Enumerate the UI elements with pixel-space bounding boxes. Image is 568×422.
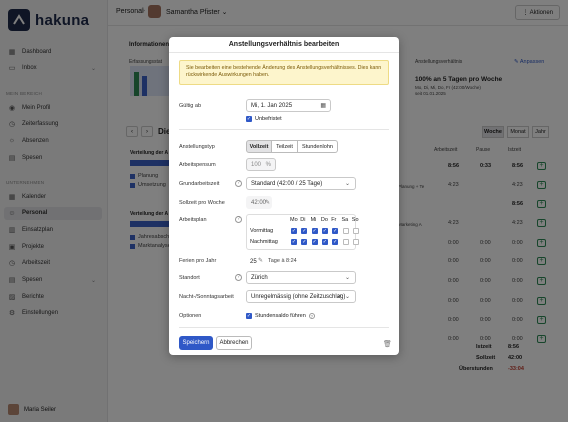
arbeitsplan-checkbox[interactable] [352, 228, 359, 234]
arbeitsplan-checkbox[interactable]: ✓ [311, 228, 318, 234]
warning-banner: Sie bearbeiten eine bestehende Änderung … [179, 60, 389, 85]
stundensaldo-checkbox[interactable]: ✓ Stundensaldo führen ? [246, 313, 315, 319]
arbeitsplan-checkbox[interactable]: ✓ [321, 228, 328, 234]
arbeitsplan-label: Arbeitsplan [179, 217, 207, 223]
edit-employment-modal: Anstellungsverhältnis bearbeiten Sie bea… [169, 37, 399, 355]
arbeitsplan-checkbox[interactable] [352, 239, 359, 245]
unbefristet-checkbox[interactable]: ✓ Unbefristet [246, 116, 282, 122]
arbeitsplan-checkbox[interactable] [342, 228, 349, 234]
arbeitspensum-input[interactable]: 100 % [246, 158, 276, 171]
divider [179, 129, 389, 130]
arbeitsplan-checkbox[interactable]: ✓ [301, 228, 308, 234]
info-icon[interactable]: ? [235, 180, 242, 187]
cancel-button[interactable]: Abbrechen [216, 336, 252, 350]
ferien-hint: Tage à 8:24 [268, 258, 297, 264]
edit-pencil-icon[interactable]: ✎ [265, 199, 270, 206]
anstellungstyp-stundenlohn[interactable]: Stundenlohn [298, 140, 338, 153]
info-icon[interactable]: ? [308, 313, 315, 319]
info-icon[interactable]: ? [235, 274, 242, 281]
arbeitsplan-checkbox[interactable]: ✓ [291, 228, 297, 234]
arbeitspensum-value: 100 [251, 161, 262, 168]
day-header: Do [320, 217, 328, 223]
unbefristet-label: Unbefristet [255, 116, 282, 122]
checkbox-checked-icon: ✓ [246, 312, 252, 319]
ferien-label: Ferien pro Jahr [179, 258, 217, 264]
info-icon[interactable]: ? [235, 216, 242, 223]
arbeitsplan-row-label: Vormittag [250, 228, 274, 234]
edit-pencil-icon[interactable]: ✎ [258, 257, 263, 264]
stundensaldo-label: Stundensaldo führen [255, 313, 306, 319]
grundarbeitszeit-select[interactable]: Standard (42:00 / 25 Tage) ⌄ [246, 177, 356, 190]
day-header: Fr [331, 217, 337, 223]
arbeitsplan-grid: Mo Di Mi Do Fr Sa So Vormittag ✓ ✓ ✓ ✓ ✓ Nachmittag ✓ ✓… [246, 214, 359, 250]
gueltig-ab-value: Mi, 1. Jan 2025 [251, 102, 293, 109]
grundarbeitszeit-value: Standard (42:00 / 25 Tage) [251, 180, 323, 187]
sollzeit-label: Sollzeit pro Woche [179, 200, 225, 206]
clear-icon[interactable]: ✕ [337, 293, 342, 300]
trash-icon[interactable]: 🗑 [383, 340, 392, 348]
divider [179, 327, 389, 328]
day-header: So [351, 217, 359, 223]
arbeitsplan-checkbox[interactable]: ✓ [291, 239, 297, 245]
sollzeit-value: 42:00 [251, 199, 267, 206]
arbeitsplan-checkbox[interactable] [342, 239, 349, 245]
optionen-label: Optionen [179, 313, 202, 319]
modal-title: Anstellungsverhältnis bearbeiten [169, 37, 399, 53]
standort-value: Zürich [251, 274, 268, 281]
nacht-sonntagsarbeit-select[interactable]: Unregelmässig (ohne Zeitzuschlag) ✕ ⌄ [246, 290, 356, 303]
nacht-sonntagsarbeit-value: Unregelmässig (ohne Zeitzuschlag) [251, 293, 346, 300]
standort-select[interactable]: Zürich ⌄ [246, 271, 356, 284]
gueltig-ab-label: Gültig ab [179, 103, 202, 109]
chevron-down-icon: ⌄ [344, 181, 350, 187]
arbeitsplan-checkbox[interactable]: ✓ [311, 239, 318, 245]
save-button[interactable]: Speichern [179, 336, 213, 350]
arbeitsplan-checkbox[interactable]: ✓ [301, 239, 308, 245]
checkbox-checked-icon: ✓ [246, 115, 252, 122]
day-header: Sa [341, 217, 349, 223]
day-header: Mo [290, 217, 298, 223]
percent-unit: % [265, 161, 271, 168]
chevron-down-icon: ⌄ [344, 275, 350, 281]
ferien-value: 25 [250, 258, 257, 265]
chevron-down-icon: ⌄ [344, 294, 350, 300]
standort-label: Standort [179, 275, 200, 281]
nacht-sonntagsarbeit-label: Nacht-/Sonntagsarbeit [179, 294, 234, 300]
day-header: Mi [310, 217, 317, 223]
anstellungstyp-vollzeit[interactable]: Vollzeit [246, 140, 272, 153]
anstellungstyp-teilzeit[interactable]: Teilzeit [272, 140, 298, 153]
anstellungstyp-label: Anstellungstyp [179, 144, 215, 150]
day-header: Di [300, 217, 306, 223]
grundarbeitszeit-label: Grundarbeitszeit [179, 181, 220, 187]
arbeitsplan-checkbox[interactable]: ✓ [321, 239, 328, 245]
arbeitspensum-label: Arbeitspensum [179, 162, 216, 168]
arbeitsplan-row-label: Nachmittag [250, 239, 278, 245]
gueltig-ab-date-input[interactable]: Mi, 1. Jan 2025 ▦ [246, 99, 331, 112]
arbeitsplan-checkbox[interactable]: ✓ [332, 239, 339, 245]
calendar-icon: ▦ [320, 103, 326, 109]
arbeitsplan-checkbox[interactable]: ✓ [332, 228, 339, 234]
